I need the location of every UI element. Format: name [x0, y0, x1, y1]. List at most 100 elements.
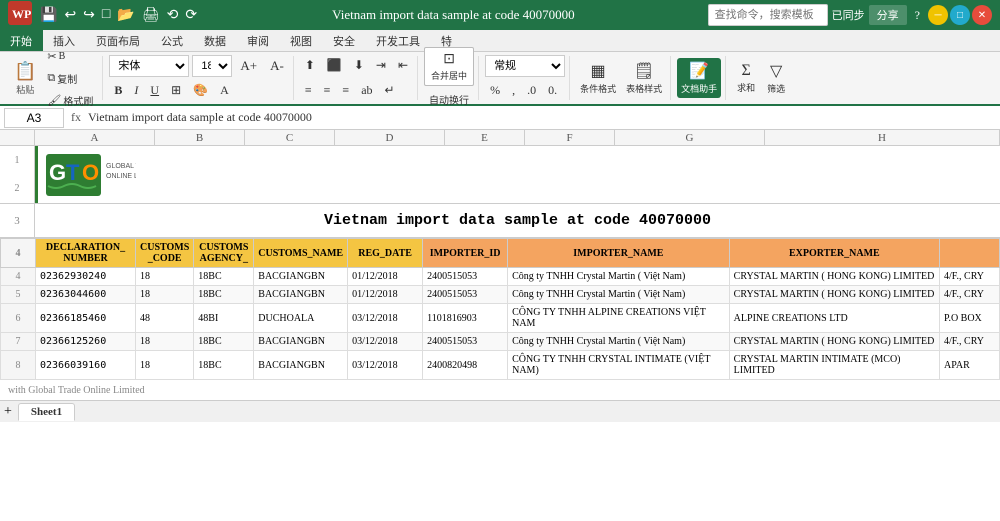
percent-button[interactable]: %: [485, 80, 505, 102]
table-cell[interactable]: 18BC: [194, 268, 254, 286]
undo-icon[interactable]: ↩: [62, 5, 78, 26]
table-cell[interactable]: APAR: [939, 351, 999, 380]
table-cell[interactable]: 02363044600: [36, 286, 136, 304]
table-cell[interactable]: Công ty TNHH Crystal Martin ( Việt Nam): [508, 333, 730, 351]
table-cell[interactable]: DUCHOALA: [254, 304, 348, 333]
table-cell[interactable]: BACGIANGBN: [254, 268, 348, 286]
table-cell[interactable]: 48BI: [194, 304, 254, 333]
col-header-c[interactable]: C: [245, 130, 335, 145]
font-family-select[interactable]: 宋体: [109, 55, 189, 77]
table-style-button[interactable]: 🗒 表格样式: [622, 58, 666, 98]
table-cell[interactable]: 4/F., CRY: [939, 333, 999, 351]
col-header-b[interactable]: B: [155, 130, 245, 145]
add-sheet-button[interactable]: +: [4, 404, 12, 420]
col-header-a[interactable]: A: [35, 130, 155, 145]
indent-button[interactable]: ↵: [380, 80, 400, 102]
wrap-text-button[interactable]: 自动换行: [424, 89, 474, 109]
col-header-g[interactable]: G: [615, 130, 765, 145]
tab-developer[interactable]: 开发工具: [366, 30, 431, 51]
number-format-select[interactable]: 常规: [485, 55, 565, 77]
table-cell[interactable]: Công ty TNHH Crystal Martin ( Việt Nam): [508, 286, 730, 304]
paste-button[interactable]: 📋 粘贴: [10, 58, 40, 98]
table-cell[interactable]: 01/12/2018: [348, 286, 423, 304]
table-cell[interactable]: 4/F., CRY: [939, 286, 999, 304]
print-icon[interactable]: 🖨: [140, 5, 162, 26]
table-cell[interactable]: CÔNG TY TNHH ALPINE CREATIONS VIỆT NAM: [508, 304, 730, 333]
col-header-h[interactable]: H: [765, 130, 1000, 145]
help-icon[interactable]: ?: [911, 6, 924, 25]
font-color-button[interactable]: A: [215, 80, 234, 102]
table-cell[interactable]: BACGIANGBN: [254, 333, 348, 351]
table-cell[interactable]: 18: [136, 286, 194, 304]
sync-button[interactable]: 已同步: [832, 7, 865, 23]
table-cell[interactable]: 18BC: [194, 333, 254, 351]
align-top-button[interactable]: ⬆: [300, 55, 320, 77]
col-header-e[interactable]: E: [445, 130, 525, 145]
table-cell[interactable]: 03/12/2018: [348, 333, 423, 351]
fill-color-button[interactable]: 🎨: [188, 80, 213, 102]
col-header-f[interactable]: F: [525, 130, 615, 145]
table-cell[interactable]: CRYSTAL MARTIN ( HONG KONG) LIMITED: [729, 268, 939, 286]
comma-button[interactable]: ,: [507, 80, 520, 102]
table-cell[interactable]: 18: [136, 351, 194, 380]
font-decrease-button[interactable]: A-: [265, 55, 289, 77]
cut-button[interactable]: ✂ B: [42, 46, 98, 66]
tab-review[interactable]: 审阅: [237, 30, 280, 51]
title-cell[interactable]: Vietnam import data sample at code 40070…: [35, 204, 1000, 237]
minimize-button[interactable]: ─: [928, 5, 948, 25]
table-cell[interactable]: 02362930240: [36, 268, 136, 286]
tab-home[interactable]: 开始: [0, 30, 43, 51]
doc-assistant-button[interactable]: 📝 文档助手: [677, 58, 721, 98]
open-icon[interactable]: 📂: [115, 5, 136, 26]
table-cell[interactable]: 18BC: [194, 286, 254, 304]
align-right-button[interactable]: ≡: [337, 80, 354, 102]
tab-formula[interactable]: 公式: [151, 30, 194, 51]
search-input[interactable]: [708, 4, 828, 26]
table-cell[interactable]: Công ty TNHH Crystal Martin ( Việt Nam): [508, 268, 730, 286]
align-bottom-button[interactable]: ⬇: [349, 55, 369, 77]
table-cell[interactable]: 2400515053: [423, 333, 508, 351]
table-cell[interactable]: 18BC: [194, 351, 254, 380]
redo-icon[interactable]: ↪: [81, 5, 97, 26]
indent-increase-button[interactable]: ⇥: [371, 55, 391, 77]
font-increase-button[interactable]: A+: [235, 55, 262, 77]
indent-decrease-button[interactable]: ⇤: [393, 55, 413, 77]
font-size-select[interactable]: 18: [192, 55, 232, 77]
merge-center-button[interactable]: ⊡ 合并居中: [424, 47, 474, 86]
table-cell[interactable]: 2400820498: [423, 351, 508, 380]
table-cell[interactable]: 2400515053: [423, 268, 508, 286]
cell-reference-input[interactable]: [4, 108, 64, 128]
align-middle-button[interactable]: ⬛: [322, 55, 347, 77]
table-cell[interactable]: 02366039160: [36, 351, 136, 380]
table-cell[interactable]: CRYSTAL MARTIN ( HONG KONG) LIMITED: [729, 333, 939, 351]
table-cell[interactable]: 18: [136, 268, 194, 286]
table-cell[interactable]: 01/12/2018: [348, 268, 423, 286]
table-cell[interactable]: 02366125260: [36, 333, 136, 351]
table-cell[interactable]: 03/12/2018: [348, 304, 423, 333]
decimal-decrease-button[interactable]: 0.: [543, 80, 562, 102]
orientation-button[interactable]: ab: [356, 80, 377, 102]
close-button[interactable]: ✕: [972, 5, 992, 25]
bold-button[interactable]: B: [109, 80, 127, 102]
copy-button[interactable]: ⧉ 复制: [42, 68, 98, 88]
col-header-d[interactable]: D: [335, 130, 445, 145]
sheet-tab-1[interactable]: Sheet1: [18, 403, 75, 421]
align-left-button[interactable]: ≡: [300, 80, 317, 102]
table-cell[interactable]: CRYSTAL MARTIN INTIMATE (MCO) LIMITED: [729, 351, 939, 380]
save-icon[interactable]: 💾: [38, 5, 59, 26]
table-cell[interactable]: ALPINE CREATIONS LTD: [729, 304, 939, 333]
table-cell[interactable]: 02366185460: [36, 304, 136, 333]
table-cell[interactable]: 18: [136, 333, 194, 351]
table-cell[interactable]: 1101816903: [423, 304, 508, 333]
table-cell[interactable]: CÔNG TY TNHH CRYSTAL INTIMATE (VIỆT NAM): [508, 351, 730, 380]
table-cell[interactable]: CRYSTAL MARTIN ( HONG KONG) LIMITED: [729, 286, 939, 304]
table-cell[interactable]: 4/F., CRY: [939, 268, 999, 286]
function-icon[interactable]: fx: [68, 110, 84, 125]
table-cell[interactable]: 03/12/2018: [348, 351, 423, 380]
undo2-icon[interactable]: ⟲: [165, 5, 181, 26]
table-cell[interactable]: BACGIANGBN: [254, 351, 348, 380]
new-icon[interactable]: □: [100, 5, 112, 25]
italic-button[interactable]: I: [129, 80, 143, 102]
sum-button[interactable]: Σ 求和: [732, 58, 760, 98]
underline-button[interactable]: U: [145, 80, 164, 102]
